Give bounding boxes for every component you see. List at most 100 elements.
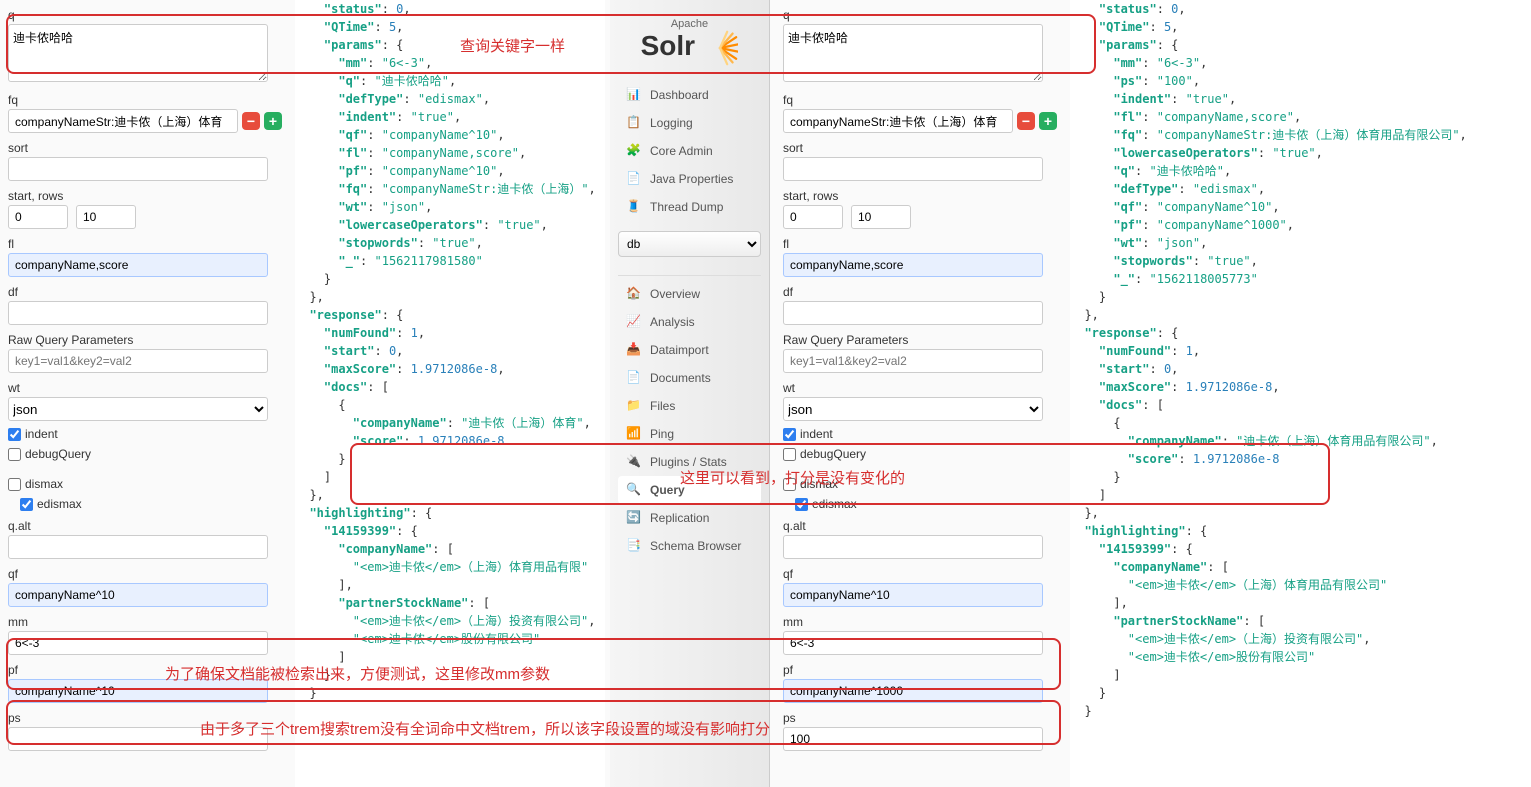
sort-label: sort [8, 141, 282, 155]
nav-documents[interactable]: 📄Documents [618, 364, 761, 392]
nav-coreadmin[interactable]: 🧩 Core Admin [618, 137, 761, 165]
qf-label: qf [783, 567, 1057, 581]
nav-replication[interactable]: 🔄Replication [618, 504, 761, 532]
start-input[interactable] [783, 205, 843, 229]
nav-query[interactable]: 🔍Query [618, 476, 761, 504]
core-selector[interactable]: db [618, 231, 761, 257]
nav-schema[interactable]: 📑Schema Browser [618, 532, 761, 560]
raw-label: Raw Query Parameters [8, 333, 282, 347]
edismax-checkbox[interactable] [20, 498, 33, 511]
nav-logging[interactable]: 📋Logging [618, 109, 761, 137]
nav-thread[interactable]: 🧵Thread Dump [618, 193, 761, 221]
dismax-checkbox[interactable] [783, 478, 796, 491]
solr-logo: Apache Solr [618, 18, 761, 66]
overview-icon: 🏠 [626, 286, 642, 302]
df-label: df [8, 285, 282, 299]
nav-label: Thread Dump [650, 200, 723, 214]
fq-input[interactable] [783, 109, 1013, 133]
edismax-checkbox[interactable] [795, 498, 808, 511]
fq-remove-button[interactable]: − [242, 112, 260, 130]
fl-input[interactable] [783, 253, 1043, 277]
java-icon: 📄 [626, 171, 642, 187]
indent-checkbox[interactable] [8, 428, 21, 441]
start-input[interactable] [8, 205, 68, 229]
debug-checkbox[interactable] [783, 448, 796, 461]
fl-label: fl [783, 237, 1057, 251]
indent-checkbox[interactable] [783, 428, 796, 441]
nav-label: Overview [650, 287, 700, 301]
qf-input[interactable] [783, 583, 1043, 607]
sort-input[interactable] [8, 157, 268, 181]
analysis-icon: 📈 [626, 314, 642, 330]
fq-add-button[interactable]: + [264, 112, 282, 130]
sort-input[interactable] [783, 157, 1043, 181]
qalt-input[interactable] [783, 535, 1043, 559]
debug-checkbox[interactable] [8, 448, 21, 461]
df-input[interactable] [8, 301, 268, 325]
nav-label: Analysis [650, 315, 695, 329]
fq-input[interactable] [8, 109, 238, 133]
q-input[interactable]: 迪卡侬哈哈 [8, 24, 268, 82]
wt-select[interactable]: json [783, 397, 1043, 421]
nav-plugins[interactable]: 🔌Plugins / Stats [618, 448, 761, 476]
rows-input[interactable] [76, 205, 136, 229]
edismax-label: edismax [37, 497, 82, 511]
nav-analysis[interactable]: 📈 Analysis [618, 308, 761, 336]
ps-input[interactable] [783, 727, 1043, 751]
solr-nav: Apache Solr 📊Dashboard📋Logging 🧩 Core Admi… [610, 0, 770, 787]
sun-icon [702, 30, 738, 66]
mm-input[interactable] [8, 631, 268, 655]
pf-input[interactable] [783, 679, 1043, 703]
fq-label: fq [8, 93, 282, 107]
documents-icon: 📄 [626, 370, 642, 386]
fq-add-button[interactable]: + [1039, 112, 1057, 130]
nav-label: Core Admin [650, 144, 713, 158]
qalt-label: q.alt [8, 519, 282, 533]
qalt-label: q.alt [783, 519, 1057, 533]
qf-input[interactable] [8, 583, 268, 607]
raw-input[interactable] [783, 349, 1043, 373]
query-form-right: q 迪卡侬哈哈 fq − + sort start, rows fl df Ra… [775, 0, 1065, 787]
dismax-checkbox[interactable] [8, 478, 21, 491]
files-icon: 📁 [626, 398, 642, 414]
mm-input[interactable] [783, 631, 1043, 655]
nav-java[interactable]: 📄Java Properties [618, 165, 761, 193]
logging-icon: 📋 [626, 115, 642, 131]
query-form-left: q 迪卡侬哈哈 fq − + sort start, rows fl df Ra… [0, 0, 290, 787]
rows-input[interactable] [851, 205, 911, 229]
q-input[interactable]: 迪卡侬哈哈 [783, 24, 1043, 82]
nav-dashboard[interactable]: 📊Dashboard [618, 81, 761, 109]
fq-label: fq [783, 93, 1057, 107]
fl-label: fl [8, 237, 282, 251]
logo-solr-text: Solr [641, 30, 695, 61]
startrows-label: start, rows [783, 189, 1057, 203]
nav-ping[interactable]: 📶 Ping [618, 420, 761, 448]
nav-files[interactable]: 📁Files [618, 392, 761, 420]
sort-label: sort [783, 141, 1057, 155]
ps-input[interactable] [8, 727, 268, 751]
indent-label: indent [800, 427, 833, 441]
raw-input[interactable] [8, 349, 268, 373]
mm-label: mm [8, 615, 282, 629]
qalt-input[interactable] [8, 535, 268, 559]
fq-remove-button[interactable]: − [1017, 112, 1035, 130]
startrows-label: start, rows [8, 189, 282, 203]
debug-label: debugQuery [800, 447, 866, 461]
df-input[interactable] [783, 301, 1043, 325]
q-label: q [783, 8, 1057, 22]
q-label: q [8, 8, 282, 22]
nav-label: Replication [650, 511, 709, 525]
ping-icon: 📶 [626, 426, 642, 442]
dismax-label: dismax [25, 477, 63, 491]
fl-input[interactable] [8, 253, 268, 277]
nav-dataimport[interactable]: 📥Dataimport [618, 336, 761, 364]
nav-label: Dataimport [650, 343, 709, 357]
coreadmin-icon: 🧩 [626, 143, 642, 159]
indent-label: indent [25, 427, 58, 441]
pf-input[interactable] [8, 679, 268, 703]
raw-label: Raw Query Parameters [783, 333, 1057, 347]
wt-label: wt [8, 381, 282, 395]
wt-select[interactable]: json [8, 397, 268, 421]
nav-label: Ping [650, 427, 674, 441]
nav-overview[interactable]: 🏠 Overview [618, 280, 761, 308]
